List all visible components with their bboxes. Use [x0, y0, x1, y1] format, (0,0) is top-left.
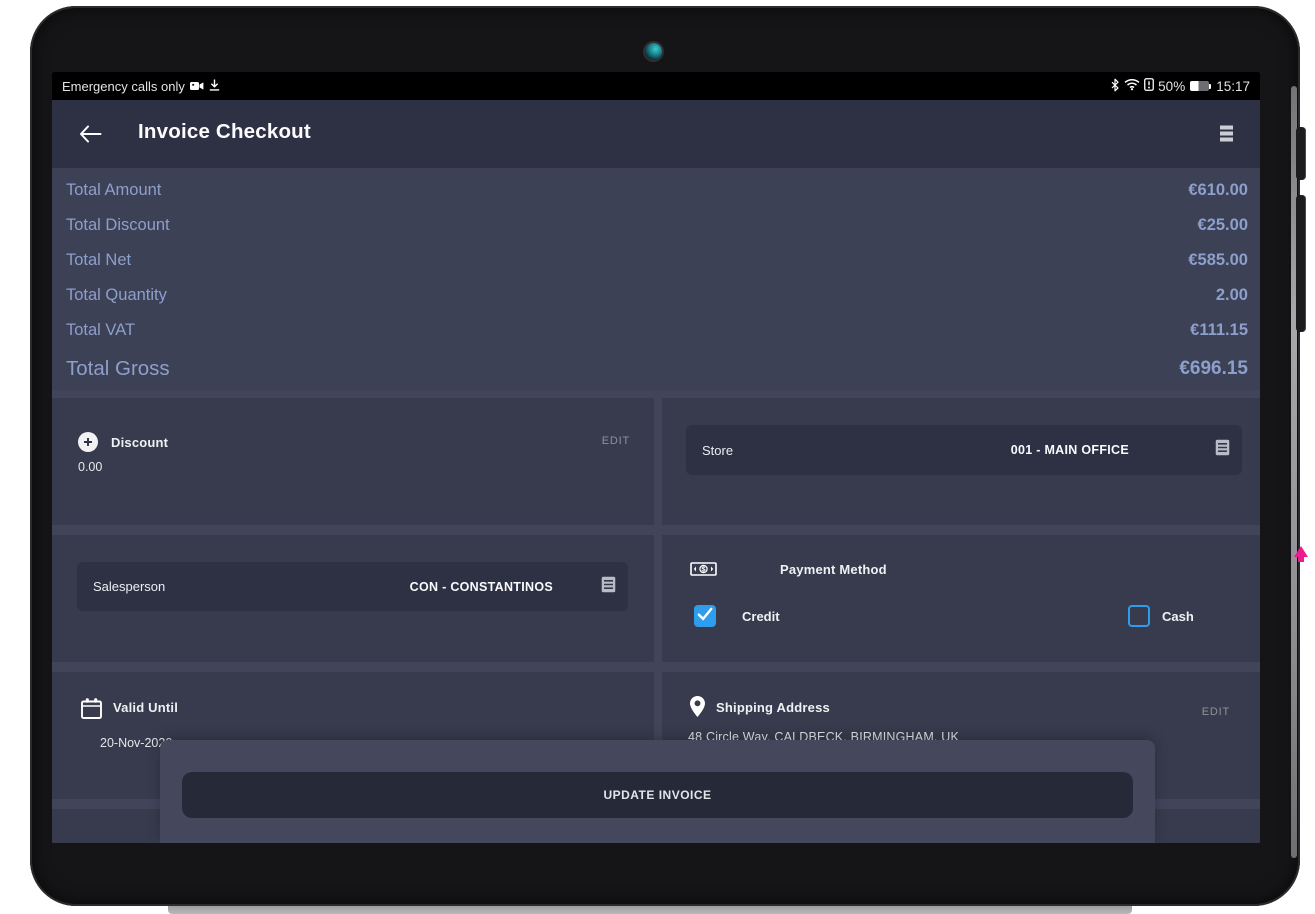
status-bar: Emergency calls only 50% [52, 72, 1260, 100]
payment-method-card: $ Payment Method Credit Cash [662, 535, 1260, 662]
bottom-sheet: UPDATE INVOICE [160, 740, 1155, 843]
power-button[interactable] [1296, 127, 1306, 180]
update-invoice-button[interactable]: UPDATE INVOICE [182, 772, 1133, 818]
battery-icon [1190, 81, 1211, 91]
bluetooth-icon [1110, 78, 1120, 95]
total-gross-label: Total Gross [66, 357, 170, 381]
total-vat-value: €111.15 [1190, 321, 1248, 340]
total-quantity-value: 2.00 [1216, 286, 1248, 305]
pointer-marker [1293, 546, 1309, 564]
wifi-icon [1124, 78, 1140, 94]
download-icon [209, 79, 220, 94]
location-pin-icon [690, 696, 705, 722]
page-title: Invoice Checkout [138, 120, 311, 144]
salesperson-select[interactable]: Salesperson CON - CONSTANTINOS [77, 562, 628, 611]
total-net-value: €585.00 [1188, 251, 1248, 270]
screenshot-stage: Emergency calls only 50% [0, 0, 1315, 914]
clock-text: 15:17 [1216, 79, 1250, 94]
plus-circle-icon [78, 432, 98, 452]
discount-edit-button[interactable]: EDIT [602, 435, 630, 447]
battery-percent: 50% [1158, 79, 1185, 94]
discount-card: Discount EDIT 0.00 [52, 398, 654, 525]
total-gross-value: €696.15 [1179, 358, 1248, 380]
front-camera [645, 43, 662, 60]
banknote-icon: $ [690, 559, 717, 584]
store-select[interactable]: Store 001 - MAIN OFFICE [686, 425, 1242, 475]
salesperson-card: Salesperson CON - CONSTANTINOS [52, 535, 654, 662]
total-discount-row: Total Discount €25.00 [66, 208, 1248, 243]
calendar-icon [80, 697, 103, 725]
total-vat-row: Total VAT €111.15 [66, 313, 1248, 348]
credit-checkbox[interactable] [694, 605, 716, 627]
discount-value: 0.00 [78, 460, 102, 474]
totals-summary: Total Amount €610.00 Total Discount €25.… [52, 168, 1260, 390]
carrier-text: Emergency calls only [62, 79, 185, 94]
cash-checkbox[interactable] [1128, 605, 1150, 627]
discount-label: Discount [111, 435, 168, 450]
total-amount-label: Total Amount [66, 181, 161, 200]
store-label: Store [702, 443, 733, 458]
list-select-icon [601, 576, 616, 598]
shipping-address-label: Shipping Address [716, 700, 830, 715]
total-gross-row: Total Gross €696.15 [66, 348, 1248, 390]
total-discount-label: Total Discount [66, 216, 170, 235]
total-net-row: Total Net €585.00 [66, 243, 1248, 278]
store-card: Store 001 - MAIN OFFICE [662, 398, 1260, 525]
back-button[interactable] [78, 124, 104, 146]
list-select-icon [1215, 439, 1230, 461]
payment-method-label: Payment Method [780, 562, 887, 577]
total-quantity-label: Total Quantity [66, 286, 167, 305]
sim-alert-icon [1144, 78, 1154, 94]
salesperson-label: Salesperson [93, 579, 165, 594]
total-vat-label: Total VAT [66, 321, 135, 340]
device-screen: Emergency calls only 50% [52, 72, 1260, 843]
volume-rocker[interactable] [1296, 195, 1306, 332]
cash-label: Cash [1162, 609, 1194, 624]
back-arrow-icon [78, 131, 102, 148]
credit-label: Credit [742, 609, 780, 624]
app-bar: Invoice Checkout [52, 100, 1260, 168]
total-quantity-row: Total Quantity 2.00 [66, 278, 1248, 313]
total-net-label: Total Net [66, 251, 131, 270]
menu-button[interactable] [1219, 123, 1234, 144]
shipping-edit-button[interactable]: EDIT [1202, 706, 1230, 718]
menu-list-icon [1219, 131, 1234, 148]
check-icon [697, 607, 713, 626]
valid-until-label: Valid Until [113, 700, 178, 715]
video-camera-icon [190, 79, 204, 94]
salesperson-value: CON - CONSTANTINOS [410, 580, 553, 594]
total-amount-row: Total Amount €610.00 [66, 173, 1248, 208]
store-value: 001 - MAIN OFFICE [1011, 443, 1129, 457]
total-amount-value: €610.00 [1188, 181, 1248, 200]
total-discount-value: €25.00 [1198, 216, 1248, 235]
